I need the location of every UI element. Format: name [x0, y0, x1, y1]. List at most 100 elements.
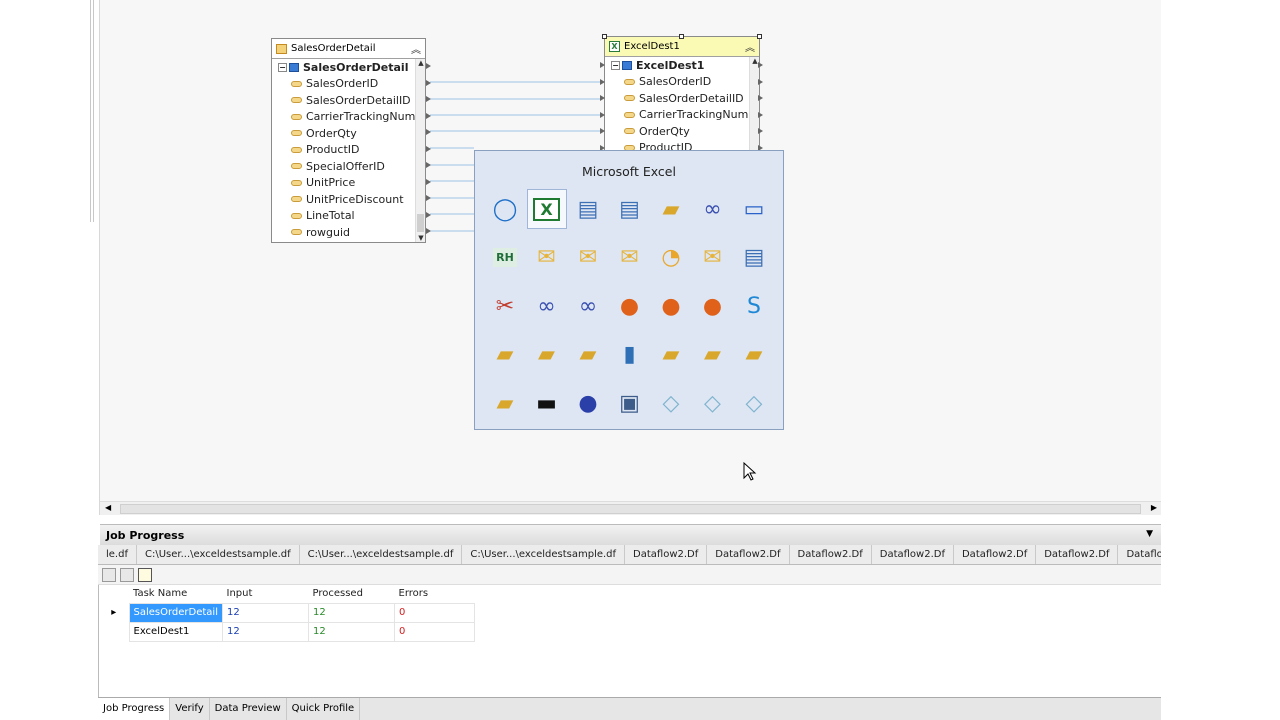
rh-icon[interactable]: RH [485, 238, 525, 278]
ring-icon[interactable]: ◯ [485, 189, 525, 229]
console-icon[interactable]: ▬ [527, 383, 567, 423]
list-view-icon[interactable] [120, 568, 134, 582]
connector-port[interactable] [426, 112, 431, 119]
doc-tab[interactable]: Dataflow2.Df [707, 545, 790, 564]
doc-tab[interactable]: Dataflow2.Df [872, 545, 954, 564]
connector-port[interactable] [758, 62, 763, 68]
monitor-icon[interactable]: ▭ [734, 189, 774, 229]
doc-tab[interactable]: Dataflow2.Df [954, 545, 1037, 564]
scroll-down-icon[interactable]: ▼ [416, 234, 426, 242]
table-row[interactable]: ▸ SalesOrderDetail 12 12 0 [99, 602, 475, 623]
connector-port[interactable] [426, 162, 431, 168]
connector-port[interactable] [426, 145, 431, 152]
tile-icon[interactable]: ◇ [651, 383, 691, 423]
connector-port[interactable] [600, 128, 605, 134]
scroll-up-icon[interactable]: ▲ [416, 59, 426, 67]
connector-port[interactable] [600, 78, 605, 85]
network-computer-icon[interactable]: ▣ [610, 383, 650, 423]
book-icon[interactable]: ▮ [610, 335, 650, 375]
field-row[interactable]: LineTotal [272, 208, 425, 225]
connector-port[interactable] [426, 63, 431, 69]
connector-port[interactable] [426, 228, 431, 234]
word-doc-icon[interactable]: ▤ [610, 189, 650, 229]
bottom-tab[interactable]: Data Preview [210, 698, 287, 720]
tile-icon[interactable]: ◇ [734, 383, 774, 423]
connector-port[interactable] [426, 96, 431, 102]
field-row[interactable]: CarrierTrackingNumb [272, 109, 425, 126]
stop-icon[interactable] [102, 568, 116, 582]
field-row[interactable]: ProductID [272, 142, 425, 159]
dest-scrollbar[interactable]: ▲ [749, 57, 759, 155]
folder-arrow-icon[interactable]: ▰ [651, 189, 691, 229]
resize-handle[interactable] [757, 34, 762, 39]
root-node[interactable]: − ExcelDest1 [605, 57, 759, 74]
connector-port[interactable] [426, 211, 431, 218]
folder-arrow-icon[interactable]: ▰ [693, 335, 733, 375]
collapse-node-icon[interactable]: − [611, 60, 620, 70]
source-scrollbar[interactable]: ▲ ▼ [415, 59, 425, 242]
scroll-thumb[interactable] [417, 214, 424, 232]
doc-tab[interactable]: Dataflow2.Df [625, 545, 708, 564]
doc-tab[interactable]: C:\User...\exceldestsample.df [462, 545, 626, 564]
firefox-icon[interactable]: ● [651, 286, 691, 326]
field-row[interactable]: SpecialOfferID [272, 158, 425, 175]
field-row[interactable]: UnitPrice [272, 175, 425, 192]
task-name-cell[interactable]: ExcelDest1 [128, 621, 223, 642]
column-header[interactable]: Task Name [129, 585, 223, 603]
word-doc-icon[interactable]: ▤ [734, 238, 774, 278]
doc-tab[interactable]: Dataflow2.Df [790, 545, 872, 564]
connector-port[interactable] [426, 79, 431, 86]
folder-arrow-icon[interactable]: ▰ [527, 335, 567, 375]
collapse-node-icon[interactable]: − [278, 62, 287, 72]
connector-port[interactable] [758, 78, 763, 85]
folder-arrow-icon[interactable]: ▰ [734, 335, 774, 375]
field-row[interactable]: SalesOrderDetailID [272, 92, 425, 109]
field-row[interactable]: rowguid [272, 224, 425, 241]
dest-component[interactable]: X ExcelDest1 ︽ − ExcelDest1 SalesOrderID Sa… [604, 36, 760, 156]
collapse-icon[interactable]: ︽ [745, 39, 755, 54]
field-row[interactable]: SalesOrderID [605, 74, 759, 91]
doc-tab[interactable]: le.df [98, 545, 137, 564]
field-row[interactable]: SalesOrderDetailID [605, 90, 759, 107]
resize-handle[interactable] [679, 34, 684, 39]
infinity-icon[interactable]: ∞ [693, 189, 733, 229]
mail-icon[interactable]: ✉ [610, 238, 650, 278]
tile-icon[interactable]: ◇ [693, 383, 733, 423]
folder-arrow-icon[interactable]: ▰ [485, 335, 525, 375]
connector-port[interactable] [600, 95, 605, 101]
hscroll-thumb[interactable] [120, 504, 1141, 514]
field-row[interactable]: OrderQty [272, 125, 425, 142]
resize-handle[interactable] [602, 34, 607, 39]
calendar-icon[interactable]: ◔ [651, 238, 691, 278]
bottom-tab[interactable]: Quick Profile [287, 698, 361, 720]
field-row[interactable]: UnitPriceDiscount [272, 191, 425, 208]
table-row[interactable]: ExcelDest1 12 12 0 [99, 621, 475, 642]
chevron-down-icon[interactable]: ▼ [1146, 529, 1153, 539]
folder-arrow-icon[interactable]: ▰ [651, 335, 691, 375]
connector-port[interactable] [758, 128, 763, 134]
root-node[interactable]: − SalesOrderDetail [272, 59, 425, 76]
column-header[interactable]: Errors [395, 585, 475, 603]
dest-header[interactable]: X ExcelDest1 ︽ [605, 37, 759, 57]
globe-icon[interactable]: ● [568, 383, 608, 423]
doc-tab[interactable]: Dataflow2.Df [1036, 545, 1119, 564]
firefox-icon[interactable]: ● [610, 286, 650, 326]
field-row[interactable]: OrderQty [605, 123, 759, 140]
grid-view-icon[interactable] [138, 568, 152, 582]
firefox-icon[interactable]: ● [693, 286, 733, 326]
doc-tab[interactable]: C:\User...\exceldestsample.df [137, 545, 300, 564]
connector-port[interactable] [758, 111, 763, 118]
scroll-left-icon[interactable]: ◀ [105, 503, 111, 512]
source-component[interactable]: SalesOrderDetail ︽ − SalesOrderDetail Sale… [271, 38, 426, 243]
column-header[interactable]: Processed [309, 585, 395, 603]
task-name-cell[interactable]: SalesOrderDetail [128, 602, 223, 623]
connector-port[interactable] [600, 111, 605, 118]
infinity-icon[interactable]: ∞ [527, 286, 567, 326]
mail-icon[interactable]: ✉ [527, 238, 567, 278]
bottom-tab[interactable]: Verify [170, 698, 210, 720]
connector-port[interactable] [426, 178, 431, 185]
connector-port[interactable] [600, 62, 605, 68]
excel-icon[interactable]: X [526, 189, 567, 229]
connector-port[interactable] [426, 129, 431, 135]
infinity-icon[interactable]: ∞ [568, 286, 608, 326]
